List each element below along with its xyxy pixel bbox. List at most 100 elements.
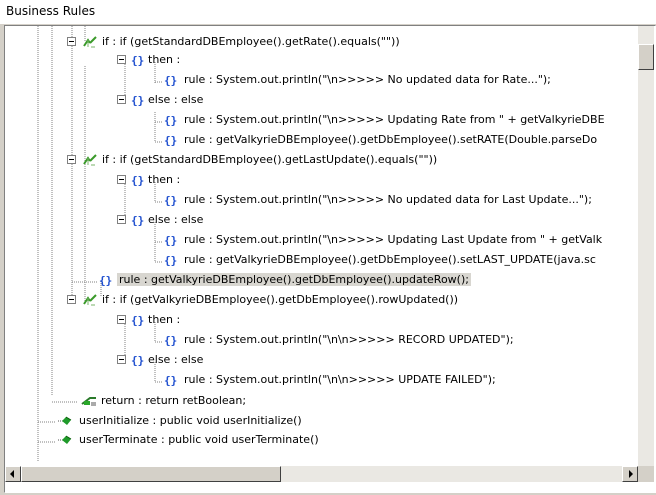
tree-node[interactable]: {} then : [117, 172, 182, 188]
tree-node-label: userInitialize : public void userInitial… [79, 414, 302, 427]
tree-node-label: rule : System.out.println("\n>>>>> No up… [184, 73, 551, 86]
block-icon: {} [130, 92, 146, 108]
panel-title-bar: Business Rules [0, 0, 656, 25]
tree-node-label: if : if (getStandardDBEmployee().getLast… [102, 153, 438, 166]
collapse-toggle-icon[interactable] [67, 295, 77, 305]
block-icon: {} [163, 72, 179, 88]
block-icon: {} [130, 172, 146, 188]
svg-text:{}: {} [99, 274, 112, 287]
tree-node[interactable]: if : if (getStandardDBEmployee().getRate… [67, 34, 402, 50]
scroll-left-button[interactable] [5, 466, 21, 482]
block-icon: {} [130, 352, 146, 368]
tree-node-label: rule : System.out.println("\n>>>>> No up… [184, 193, 592, 206]
tree-node[interactable]: {} rule : System.out.println("\n>>>>> Up… [164, 232, 604, 248]
tree-node[interactable]: if : if (getStandardDBEmployee().getLast… [67, 152, 439, 168]
tree-node-label: else : else [148, 353, 204, 366]
svg-text:{}: {} [164, 334, 177, 347]
tree-node-label: rule : getValkyrieDBEmployee().getDbEmpl… [184, 253, 596, 266]
collapse-toggle-icon[interactable] [67, 155, 77, 165]
svg-text:{}: {} [131, 54, 144, 67]
return-icon [81, 393, 97, 409]
if-icon [82, 34, 98, 50]
arrow-left-icon [10, 470, 14, 478]
svg-text:{}: {} [131, 314, 144, 327]
tree-node-label: userTerminate : public void userTerminat… [79, 433, 319, 446]
block-icon: {} [163, 252, 179, 268]
tree-node[interactable]: {} rule : System.out.println("\n\n>>>>> … [164, 372, 498, 388]
tree-node[interactable]: {} rule : System.out.println("\n>>>>> No… [164, 72, 553, 88]
svg-text:{}: {} [164, 134, 177, 147]
tree-node-label: then : [148, 173, 181, 186]
svg-text:{}: {} [164, 234, 177, 247]
tree-node-label: if : if (getValkyrieDBEmployee().getDbEm… [102, 293, 459, 306]
tree-node[interactable]: {} then : [117, 312, 182, 328]
panel-title: Business Rules [6, 4, 96, 18]
tree-node-label: rule : getValkyrieDBEmployee().getDbEmpl… [117, 273, 471, 286]
tree-node-label: else : else [148, 213, 204, 226]
arrow-right-icon [629, 470, 633, 478]
svg-text:{}: {} [131, 214, 144, 227]
block-icon: {} [163, 112, 179, 128]
tree-node[interactable]: {} rule : getValkyrieDBEmployee().getDbE… [164, 132, 599, 148]
method-icon [57, 413, 73, 429]
method-icon [57, 432, 73, 448]
block-icon: {} [163, 332, 179, 348]
block-icon: {} [98, 272, 114, 288]
collapse-toggle-icon[interactable] [117, 95, 127, 105]
tree-node[interactable]: if : if (getValkyrieDBEmployee().getDbEm… [67, 292, 460, 308]
svg-text:{}: {} [131, 354, 144, 367]
tree-node[interactable]: {} else : else [117, 92, 205, 108]
vertical-scrollbar[interactable] [638, 26, 654, 466]
svg-text:{}: {} [164, 114, 177, 127]
block-icon: {} [163, 192, 179, 208]
svg-text:{}: {} [164, 374, 177, 387]
svg-text:{}: {} [131, 94, 144, 107]
tree-node-label: rule : getValkyrieDBEmployee().getDbEmpl… [184, 133, 598, 146]
rules-tree[interactable]: if : if (getStandardDBEmployee().getRate… [5, 26, 638, 466]
svg-text:{}: {} [164, 194, 177, 207]
tree-node-label: if : if (getStandardDBEmployee().getRate… [102, 35, 400, 48]
block-icon: {} [163, 132, 179, 148]
tree-node[interactable]: {} else : else [117, 212, 205, 228]
tree-node-label: then : [148, 53, 181, 66]
tree-frame: if : if (getStandardDBEmployee().getRate… [4, 25, 656, 493]
svg-text:{}: {} [164, 254, 177, 267]
collapse-toggle-icon[interactable] [117, 315, 127, 325]
collapse-toggle-icon[interactable] [67, 37, 77, 47]
tree-node-label: else : else [148, 93, 204, 106]
block-icon: {} [130, 312, 146, 328]
horizontal-scroll-thumb[interactable] [21, 466, 281, 482]
tree-node[interactable]: {} rule : System.out.println("\n>>>>> No… [164, 192, 594, 208]
block-icon: {} [163, 232, 179, 248]
block-icon: {} [130, 212, 146, 228]
if-icon [82, 292, 98, 308]
tree-node-label: rule : System.out.println("\n\n>>>>> UPD… [184, 373, 496, 386]
collapse-toggle-icon[interactable] [117, 355, 127, 365]
collapse-toggle-icon[interactable] [117, 55, 127, 65]
tree-node[interactable]: {} rule : getValkyrieDBEmployee().getDbE… [164, 252, 598, 268]
tree-node[interactable]: {} then : [117, 52, 182, 68]
block-icon: {} [130, 52, 146, 68]
tree-node[interactable]: userInitialize : public void userInitial… [58, 413, 304, 429]
tree-node[interactable]: {} else : else [117, 352, 205, 368]
tree-node[interactable]: userTerminate : public void userTerminat… [58, 432, 321, 448]
scrollbar-corner [638, 466, 654, 482]
horizontal-scrollbar[interactable] [5, 466, 638, 482]
collapse-toggle-icon[interactable] [117, 175, 127, 185]
tree-node[interactable]: {} rule : System.out.println("\n\n>>>>> … [164, 332, 516, 348]
tree-node-label: then : [148, 313, 181, 326]
tree-node-selected[interactable]: {} rule : getValkyrieDBEmployee().getDbE… [99, 272, 471, 288]
tree-node-label: rule : System.out.println("\n>>>>> Updat… [184, 113, 605, 126]
business-rules-window: Business Rules if : if (getStandardDBEmp… [0, 0, 656, 495]
tree-node[interactable]: return : return retBoolean; [81, 393, 248, 409]
svg-text:{}: {} [164, 74, 177, 87]
tree-node[interactable]: {} rule : System.out.println("\n>>>>> Up… [164, 112, 607, 128]
tree-node-label: rule : System.out.println("\n>>>>> Updat… [184, 233, 603, 246]
svg-text:{}: {} [131, 174, 144, 187]
tree-node-label: rule : System.out.println("\n\n>>>>> REC… [184, 333, 514, 346]
if-icon [82, 152, 98, 168]
collapse-toggle-icon[interactable] [117, 215, 127, 225]
scroll-right-button[interactable] [622, 466, 638, 482]
vertical-scroll-thumb[interactable] [638, 44, 654, 70]
tree-node-label: return : return retBoolean; [101, 394, 247, 407]
